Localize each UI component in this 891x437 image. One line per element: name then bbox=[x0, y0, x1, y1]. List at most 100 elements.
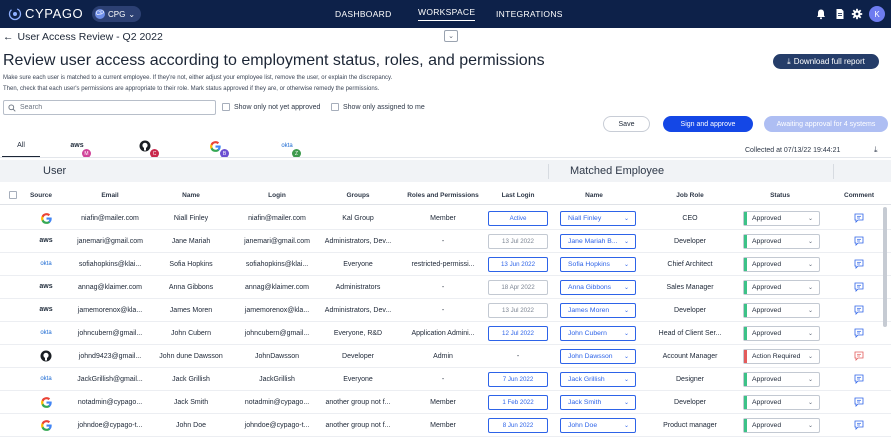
nav-workspace[interactable]: WORKSPACE bbox=[418, 0, 476, 28]
okta-icon: okta bbox=[38, 372, 54, 386]
employee-select[interactable]: Jack Smith ⌄ bbox=[560, 395, 636, 410]
chevron-down-icon: ⌄ bbox=[623, 308, 629, 314]
tab-all[interactable]: All bbox=[2, 134, 40, 158]
last-login-value: 7 Jun 2022 bbox=[488, 372, 548, 387]
nav-integrations[interactable]: INTEGRATIONS bbox=[496, 0, 563, 28]
col-name[interactable]: Name bbox=[182, 192, 200, 199]
chevron-down-icon: ⌄ bbox=[807, 377, 813, 383]
bell-icon[interactable] bbox=[815, 8, 827, 20]
aws-icon: aws bbox=[38, 234, 54, 248]
status-select[interactable]: Approved ⌄ bbox=[743, 280, 820, 295]
comment-icon[interactable] bbox=[854, 305, 864, 315]
nav-dashboard[interactable]: DASHBOARD bbox=[335, 0, 392, 28]
cypago-logo[interactable]: CYPAGO bbox=[8, 6, 83, 21]
search-field[interactable] bbox=[3, 100, 216, 115]
save-button[interactable]: Save bbox=[603, 116, 650, 132]
comment-icon[interactable] bbox=[854, 328, 864, 338]
user-groups: another group not f... bbox=[325, 399, 391, 406]
user-email: janemari@gmail.com bbox=[77, 238, 143, 245]
aws-icon: aws bbox=[38, 303, 54, 317]
status-select-value: Approved bbox=[752, 307, 782, 314]
aws-logo-text: aws bbox=[39, 283, 53, 290]
filter-not-approved[interactable]: Show only not yet approved bbox=[222, 103, 320, 111]
status-select[interactable]: Approved ⌄ bbox=[743, 257, 820, 272]
status-indicator bbox=[744, 373, 747, 386]
status-select[interactable]: Approved ⌄ bbox=[743, 326, 820, 341]
user-roles: Application Admini... bbox=[411, 330, 475, 337]
comment-icon[interactable] bbox=[854, 374, 864, 384]
col-last-login[interactable]: Last Login bbox=[502, 192, 535, 199]
table-scrollbar[interactable] bbox=[883, 207, 887, 327]
aws-logo-text: aws bbox=[39, 306, 53, 313]
status-select[interactable]: Approved ⌄ bbox=[743, 211, 820, 226]
select-all-checkbox[interactable] bbox=[9, 191, 17, 199]
col-email[interactable]: Email bbox=[101, 192, 118, 199]
document-icon[interactable] bbox=[834, 8, 846, 20]
user-avatar[interactable]: K bbox=[869, 6, 885, 22]
status-indicator bbox=[744, 304, 747, 317]
comment-icon[interactable] bbox=[854, 213, 864, 223]
col-roles[interactable]: Roles and Permissions bbox=[407, 192, 479, 199]
org-switcher[interactable]: CP CPG ⌄ bbox=[92, 6, 142, 22]
comment-icon[interactable] bbox=[854, 259, 864, 269]
comment-icon[interactable] bbox=[854, 282, 864, 292]
employee-select[interactable]: John Dawsson ⌄ bbox=[560, 349, 636, 364]
tab-github[interactable]: C bbox=[130, 134, 160, 158]
user-login: JohnDawsson bbox=[255, 353, 299, 360]
user-groups: Developer bbox=[342, 353, 374, 360]
tab-aws[interactable]: aws M bbox=[62, 134, 92, 158]
col-job-role[interactable]: Job Role bbox=[676, 192, 703, 199]
status-select[interactable]: Approved ⌄ bbox=[743, 372, 820, 387]
employee-select[interactable]: Anna Gibbons ⌄ bbox=[560, 280, 636, 295]
status-select[interactable]: Approved ⌄ bbox=[743, 303, 820, 318]
user-roles: - bbox=[441, 307, 445, 314]
tab-google[interactable]: B bbox=[200, 134, 230, 158]
not-approved-checkbox[interactable] bbox=[222, 103, 230, 111]
employee-select[interactable]: James Moren ⌄ bbox=[560, 303, 636, 318]
comment-icon[interactable] bbox=[854, 236, 864, 246]
tab-okta[interactable]: okta Z bbox=[272, 134, 302, 158]
user-roles: restricted-permissi... bbox=[411, 261, 475, 268]
comment-icon[interactable] bbox=[854, 397, 864, 407]
status-select[interactable]: Approved ⌄ bbox=[743, 234, 820, 249]
search-input[interactable] bbox=[20, 104, 200, 111]
status-select[interactable]: Approved ⌄ bbox=[743, 395, 820, 410]
col-employee-name[interactable]: Name bbox=[585, 192, 603, 199]
status-indicator bbox=[744, 327, 747, 340]
description-line-1: Make sure each user is matched to a curr… bbox=[3, 75, 393, 81]
status-indicator bbox=[744, 396, 747, 409]
col-status[interactable]: Status bbox=[770, 192, 790, 199]
col-comment[interactable]: Comment bbox=[844, 192, 874, 199]
user-email: notadmin@cypago... bbox=[77, 399, 143, 406]
employee-select[interactable]: Sofia Hopkins ⌄ bbox=[560, 257, 636, 272]
status-select[interactable]: Action Required ⌄ bbox=[743, 349, 820, 364]
okta-logo-text: okta bbox=[40, 261, 52, 267]
col-login[interactable]: Login bbox=[268, 192, 286, 199]
employee-select[interactable]: Niall Finley ⌄ bbox=[560, 211, 636, 226]
breadcrumb[interactable]: ← User Access Review - Q2 2022 bbox=[3, 31, 163, 43]
filter-assigned-to-me[interactable]: Show only assigned to me bbox=[331, 103, 425, 111]
user-name: Jane Mariah bbox=[171, 238, 211, 245]
github-mark-icon bbox=[139, 140, 151, 152]
user-name: John dune Dawsson bbox=[159, 353, 223, 360]
okta-icon: okta bbox=[38, 257, 54, 271]
chevron-down-icon: ⌄ bbox=[623, 262, 629, 268]
download-icon[interactable]: ⤓ bbox=[874, 145, 878, 155]
job-role: CEO bbox=[682, 215, 698, 222]
awaiting-approval-button[interactable]: Awaiting approval for 4 systems bbox=[764, 116, 888, 132]
download-full-report-button[interactable]: ⤓ Download full report bbox=[773, 54, 879, 69]
collapse-toggle-button[interactable]: ⌄ bbox=[444, 30, 458, 42]
employee-select[interactable]: Jane Mariah B... ⌄ bbox=[560, 234, 636, 249]
comment-icon[interactable] bbox=[854, 351, 864, 361]
user-groups: Administrators, Dev... bbox=[324, 238, 392, 245]
tab-all-label: All bbox=[17, 141, 25, 149]
col-groups[interactable]: Groups bbox=[346, 192, 369, 199]
col-source[interactable]: Source bbox=[30, 192, 52, 199]
comment-icon[interactable] bbox=[854, 420, 864, 430]
gear-icon[interactable] bbox=[851, 8, 863, 20]
employee-select[interactable]: John Cubern ⌄ bbox=[560, 326, 636, 341]
arrow-left-icon[interactable]: ← bbox=[3, 31, 14, 43]
employee-select[interactable]: Jack Grillish ⌄ bbox=[560, 372, 636, 387]
sign-and-approve-button[interactable]: Sign and approve bbox=[663, 116, 753, 132]
assigned-checkbox[interactable] bbox=[331, 103, 339, 111]
